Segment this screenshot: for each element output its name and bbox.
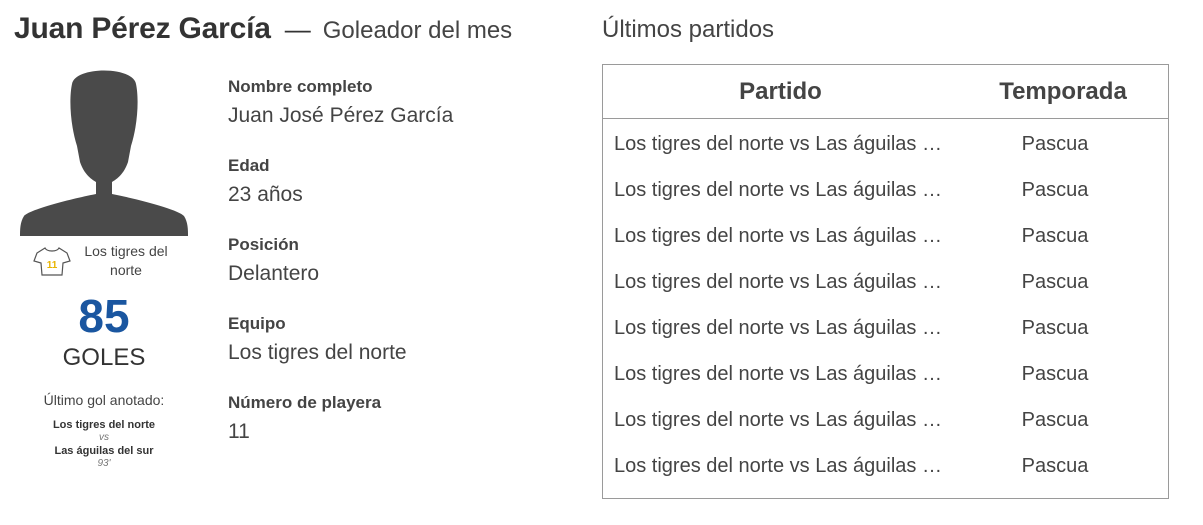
table-row[interactable]: Los tigres del norte vs Las águilas del … (603, 259, 1168, 305)
table-row[interactable]: Los tigres del norte vs Las águilas del … (603, 121, 1168, 167)
goals-count: 85 (78, 290, 130, 342)
match-cell: Los tigres del norte vs Las águilas del … (614, 178, 944, 201)
detail-label: Equipo (228, 314, 286, 333)
last-goal-home-team: Los tigres del norte (52, 419, 156, 431)
title-separator: — (284, 14, 311, 44)
season-cell: Pascua (1021, 270, 1089, 293)
match-cell: Los tigres del norte vs Las águilas del … (614, 408, 944, 431)
detail-value: Los tigres del norte (228, 341, 407, 364)
column-header-season: Temporada (999, 77, 1127, 105)
team-info: 11 Los tigres del norte (20, 242, 194, 280)
detail-label: Nombre completo (228, 77, 373, 96)
table-row[interactable]: Los tigres del norte vs Las águilas del … (603, 305, 1168, 351)
match-cell: Los tigres del norte vs Las águilas del … (614, 362, 944, 385)
column-header-match: Partido (739, 77, 822, 105)
season-cell: Pascua (1021, 408, 1089, 431)
detail-label: Número de playera (228, 393, 382, 412)
match-cell: Los tigres del norte vs Las águilas del … (614, 224, 944, 247)
table-row[interactable]: Los tigres del norte vs Las águilas del … (603, 443, 1168, 489)
detail-label: Posición (228, 235, 299, 254)
matches-title: Últimos partidos (602, 16, 775, 43)
match-cell: Los tigres del norte vs Las águilas del … (614, 132, 944, 155)
shirt-number: 11 (47, 260, 58, 271)
season-cell: Pascua (1021, 316, 1089, 339)
detail-value: Juan José Pérez García (228, 104, 454, 127)
detail-age: Edad 23 años (228, 155, 558, 208)
table-body: Los tigres del norte vs Las águilas del … (603, 119, 1168, 489)
detail-position: Posición Delantero (228, 234, 558, 287)
player-details: Nombre completo Juan José Pérez García E… (228, 76, 558, 471)
season-cell: Pascua (1021, 362, 1089, 385)
detail-value: 11 (228, 420, 250, 443)
last-goal-minute: 93' (97, 458, 111, 469)
season-cell: Pascua (1021, 132, 1089, 155)
season-cell: Pascua (1021, 454, 1089, 477)
detail-full-name: Nombre completo Juan José Pérez García (228, 76, 558, 129)
page-subtitle: Goleador del mes (322, 17, 513, 44)
goals-label: GOLES (62, 344, 146, 371)
table-row[interactable]: Los tigres del norte vs Las águilas del … (603, 167, 1168, 213)
table-row[interactable]: Los tigres del norte vs Las águilas del … (603, 397, 1168, 443)
matches-table: Partido Temporada Los tigres del norte v… (602, 64, 1169, 499)
detail-value: 23 años (228, 183, 303, 206)
last-goal-title: Último gol anotado: (43, 392, 165, 408)
detail-team: Equipo Los tigres del norte (228, 313, 558, 366)
player-summary: 11 Los tigres del norte 85 GOLES Último … (14, 66, 194, 470)
detail-shirt-number: Número de playera 11 (228, 392, 558, 445)
match-cell: Los tigres del norte vs Las águilas del … (614, 270, 944, 293)
match-cell: Los tigres del norte vs Las águilas del … (614, 316, 944, 339)
season-cell: Pascua (1021, 224, 1089, 247)
shirt-icon: 11 (33, 247, 71, 276)
last-goal-away-team: Las águilas del sur (54, 445, 154, 457)
team-name: Los tigres del norte (84, 243, 168, 278)
season-cell: Pascua (1021, 178, 1089, 201)
table-header: Partido Temporada (603, 65, 1168, 119)
page-header: Juan Pérez García — Goleador del mes (14, 12, 512, 46)
table-row[interactable]: Los tigres del norte vs Las águilas del … (603, 213, 1168, 259)
last-goal-vs: vs (99, 432, 109, 443)
match-cell: Los tigres del norte vs Las águilas del … (614, 454, 944, 477)
person-silhouette-icon (18, 66, 190, 236)
table-row[interactable]: Los tigres del norte vs Las águilas del … (603, 351, 1168, 397)
detail-label: Edad (228, 156, 270, 175)
detail-value: Delantero (228, 262, 320, 285)
player-name: Juan Pérez García (14, 12, 271, 45)
